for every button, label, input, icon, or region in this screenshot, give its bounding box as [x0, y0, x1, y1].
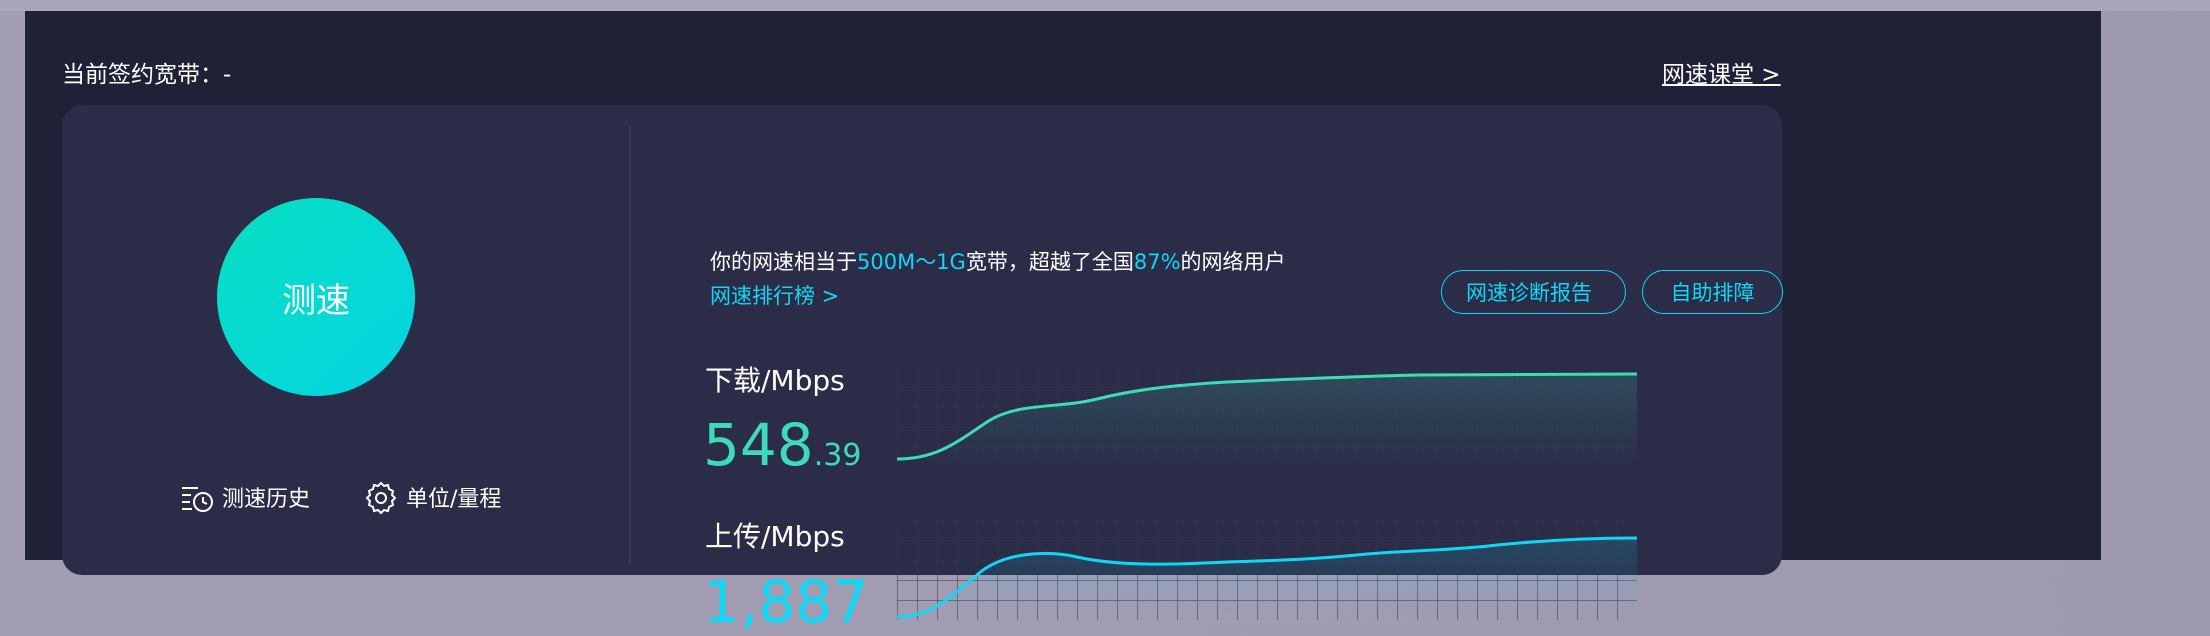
speed-history-label: 测速历史 [222, 487, 311, 512]
speed-school-link[interactable]: 网速课堂 > [1662, 55, 1781, 89]
upload-value: 1,887 [703, 568, 870, 636]
download-label: 下载/Mbps [705, 364, 845, 397]
equivalent-bandwidth: 500M～1G [857, 250, 966, 274]
summary-middle: 宽带，超越了全国 [965, 250, 1134, 274]
summary-suffix: 的网络用户 [1180, 250, 1286, 274]
self-troubleshoot-button[interactable]: 自助排障 [1642, 270, 1783, 314]
window-top-strip [0, 0, 2210, 11]
result-card: 测速 测速历史 单位/量程 你的网速相当于500M～1G宽带，超越了全国87%的… [62, 105, 1783, 636]
speed-history-button[interactable]: 测速历史 [180, 480, 310, 514]
upload-label: 上传/Mbps [705, 520, 845, 553]
summary-prefix: 你的网速相当于 [710, 250, 857, 274]
unit-range-button[interactable]: 单位/量程 [364, 480, 501, 514]
upload-speed-curve [897, 520, 1637, 620]
speed-summary: 你的网速相当于500M～1G宽带，超越了全国87%的网络用户 网速排行榜 > [710, 245, 1286, 313]
download-value: 548.39 [703, 411, 861, 479]
diagnosis-report-button[interactable]: 网速诊断报告 [1441, 270, 1626, 314]
download-value-int: 548 [703, 411, 814, 479]
summary-line: 你的网速相当于500M～1G宽带，超越了全国87%的网络用户 [710, 245, 1286, 279]
speed-test-button[interactable]: 测速 [217, 198, 415, 396]
gear-icon [365, 481, 397, 514]
contract-bandwidth: 当前签约宽带：- [62, 62, 232, 88]
history-clock-icon [182, 487, 213, 512]
speedtest-panel: 当前签约宽带：- 网速课堂 > 测速 测速历史 单位/量程 你的网速相当于500… [25, 11, 2101, 636]
vertical-divider [629, 125, 631, 565]
unit-range-label: 单位/量程 [406, 487, 502, 512]
speed-ranking-link[interactable]: 网速排行榜 > [710, 279, 1286, 313]
percentile-value: 87% [1133, 250, 1181, 274]
download-value-dec: .39 [813, 438, 862, 473]
download-speed-curve [897, 367, 1637, 467]
